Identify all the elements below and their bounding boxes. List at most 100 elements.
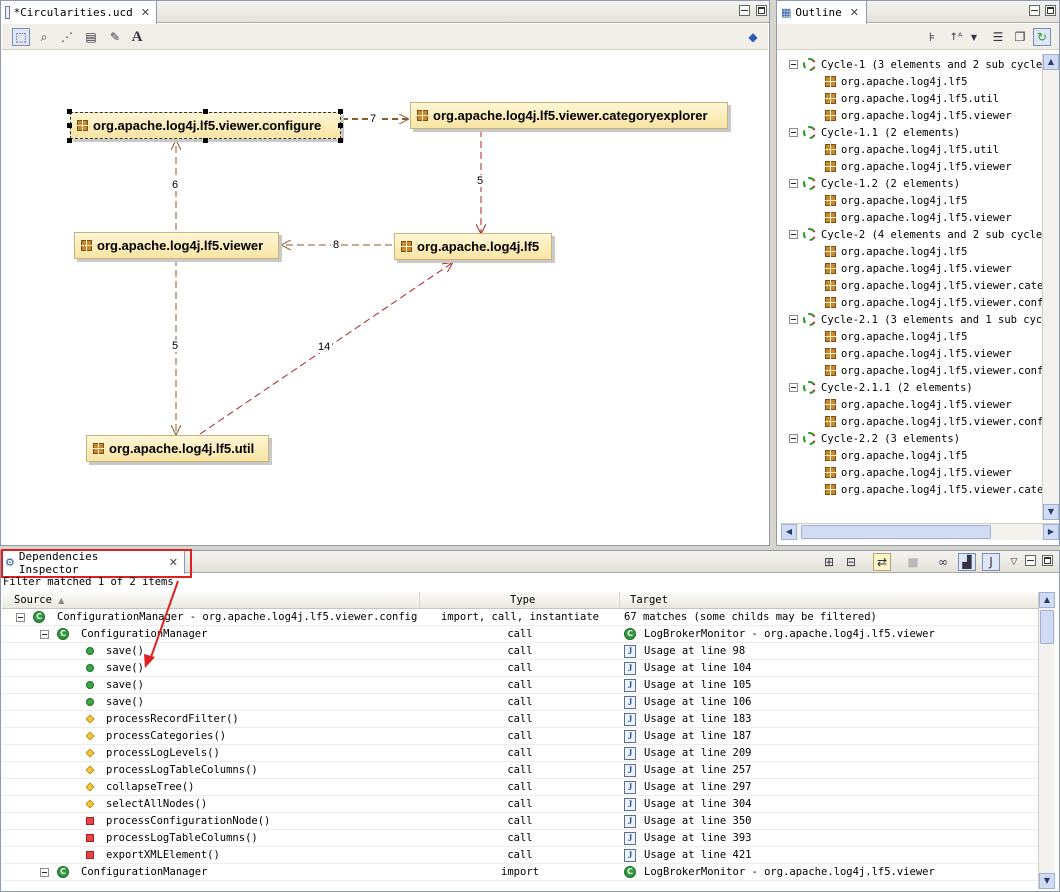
collapse-icon[interactable] bbox=[789, 179, 798, 188]
note-icon[interactable]: ▤ bbox=[82, 28, 100, 46]
package-node-lf5[interactable]: org.apache.log4j.lf5 bbox=[394, 233, 552, 260]
selection-handle[interactable] bbox=[203, 138, 208, 143]
maximize-icon[interactable] bbox=[1045, 5, 1056, 16]
sort-icon[interactable]: ↑ᴬ bbox=[947, 28, 965, 46]
collapse-icon[interactable] bbox=[789, 434, 798, 443]
expand-all-icon[interactable]: ⊞ bbox=[820, 553, 838, 571]
collapse-icon[interactable] bbox=[16, 612, 25, 622]
outline-cycle[interactable]: Cycle-1.1 (2 elements) bbox=[789, 124, 960, 141]
table-row[interactable]: processLogLevels() call J Usage at line 209 bbox=[2, 745, 1042, 762]
table-row[interactable]: C ConfigurationManager - org.apache.log4j… bbox=[2, 609, 1042, 626]
outline-cycle[interactable]: Cycle-2.1.1 (2 elements) bbox=[789, 379, 973, 396]
collapse-icon[interactable] bbox=[40, 867, 49, 877]
scroll-left-icon[interactable]: ◀ bbox=[781, 524, 797, 540]
collapse-icon[interactable] bbox=[789, 230, 798, 239]
selection-handle[interactable] bbox=[338, 123, 343, 128]
table-row[interactable]: C ConfigurationManager import C LogBrokerMon… bbox=[2, 864, 1042, 881]
chart-icon[interactable]: ▟ bbox=[958, 553, 976, 571]
table-row[interactable]: selectAllNodes() call J Usage at line 304 bbox=[2, 796, 1042, 813]
minimize-icon[interactable] bbox=[1025, 555, 1036, 566]
collapse-icon[interactable] bbox=[789, 128, 798, 137]
link-tool-icon[interactable]: ✎ bbox=[106, 28, 124, 46]
collapse-icon[interactable] bbox=[789, 383, 798, 392]
outline-cycle[interactable]: Cycle-2 (4 elements and 2 sub cycles) bbox=[789, 226, 1043, 243]
scroll-down-icon[interactable]: ▼ bbox=[1043, 504, 1059, 520]
column-target[interactable]: Target bbox=[620, 592, 1040, 609]
selection-handle[interactable] bbox=[67, 109, 72, 114]
select-tool-icon[interactable]: ⬚ bbox=[12, 28, 30, 46]
outline-cycle[interactable]: Cycle-1.2 (2 elements) bbox=[789, 175, 960, 192]
chevron-down-icon[interactable]: ▼ bbox=[965, 28, 983, 46]
editor-tab[interactable]: *Circularities.ucd ✕ bbox=[1, 1, 157, 24]
outline-package[interactable]: org.apache.log4j.lf5.viewer bbox=[825, 107, 1012, 124]
outline-package[interactable]: org.apache.log4j.lf5.viewer.categoryexpl… bbox=[825, 481, 1043, 498]
table-row[interactable]: processLogTableColumns() call J Usage at li… bbox=[2, 830, 1042, 847]
outline-horizontal-scrollbar[interactable]: ◀ ▶ bbox=[781, 523, 1059, 540]
package-node-util[interactable]: org.apache.log4j.lf5.util bbox=[86, 435, 269, 462]
outline-package[interactable]: org.apache.log4j.lf5.viewer.configure bbox=[825, 413, 1043, 430]
outline-package[interactable]: org.apache.log4j.lf5.viewer.configure bbox=[825, 362, 1043, 379]
java-file-icon[interactable]: J bbox=[982, 553, 1000, 571]
table-row[interactable]: save() call J Usage at line 106 bbox=[2, 694, 1042, 711]
outline-tab[interactable]: ▦ Outline ✕ bbox=[777, 1, 867, 24]
close-icon[interactable]: ✕ bbox=[850, 6, 859, 19]
collapse-icon[interactable] bbox=[40, 629, 49, 639]
outline-package[interactable]: org.apache.log4j.lf5 bbox=[825, 447, 967, 464]
scroll-up-icon[interactable]: ▲ bbox=[1039, 592, 1055, 608]
scroll-right-icon[interactable]: ▶ bbox=[1043, 524, 1059, 540]
minimize-icon[interactable] bbox=[739, 5, 750, 16]
package-node-viewer[interactable]: org.apache.log4j.lf5.viewer bbox=[74, 232, 279, 259]
link-icon[interactable]: ∞ bbox=[934, 553, 952, 571]
table-row[interactable]: save() call J Usage at line 104 bbox=[2, 660, 1042, 677]
outline-cycle[interactable]: Cycle-1 (3 elements and 2 sub cycles) bbox=[789, 56, 1043, 73]
stop-icon[interactable]: ■ bbox=[904, 553, 922, 571]
selection-handle[interactable] bbox=[203, 109, 208, 114]
table-row[interactable]: exportXMLElement() call J Usage at line 421 bbox=[2, 847, 1042, 864]
outline-package[interactable]: org.apache.log4j.lf5 bbox=[825, 328, 967, 345]
selection-handle[interactable] bbox=[67, 138, 72, 143]
column-type[interactable]: Type bbox=[420, 592, 620, 609]
outline-package[interactable]: org.apache.log4j.lf5 bbox=[825, 73, 967, 90]
maximize-icon[interactable] bbox=[756, 5, 767, 16]
table-row[interactable]: processRecordFilter() call J Usage at line … bbox=[2, 711, 1042, 728]
layers-icon[interactable]: ❐ bbox=[1011, 28, 1029, 46]
palette-icon[interactable]: ◆ bbox=[744, 28, 762, 46]
cycle-filter-icon[interactable]: ↻ bbox=[1033, 28, 1051, 46]
outline-package[interactable]: org.apache.log4j.lf5.util bbox=[825, 90, 999, 107]
outline-package[interactable]: org.apache.log4j.lf5.viewer bbox=[825, 396, 1012, 413]
scroll-up-icon[interactable]: ▲ bbox=[1043, 54, 1059, 70]
outline-package[interactable]: org.apache.log4j.lf5.viewer bbox=[825, 209, 1012, 226]
hierarchy-icon[interactable]: ⊧ bbox=[923, 28, 941, 46]
table-row[interactable]: processLogTableColumns() call J Usage at li… bbox=[2, 762, 1042, 779]
package-node-configure[interactable]: org.apache.log4j.lf5.viewer.configure bbox=[70, 112, 341, 139]
connection-tool-icon[interactable]: ⋰ bbox=[58, 28, 76, 46]
table-row[interactable]: save() call J Usage at line 105 bbox=[2, 677, 1042, 694]
column-source[interactable]: Source ▲ bbox=[2, 592, 420, 609]
outline-cycle[interactable]: Cycle-2.1 (3 elements and 1 sub cycle) bbox=[789, 311, 1043, 328]
table-row[interactable]: processCategories() call J Usage at line 18… bbox=[2, 728, 1042, 745]
table-row[interactable]: collapseTree() call J Usage at line 297 bbox=[2, 779, 1042, 796]
collapse-icon[interactable] bbox=[789, 60, 798, 69]
text-tool-icon[interactable]: A bbox=[128, 28, 146, 46]
collapse-all-icon[interactable]: ⊟ bbox=[842, 553, 860, 571]
maximize-icon[interactable] bbox=[1042, 555, 1053, 566]
scroll-thumb[interactable] bbox=[801, 525, 991, 539]
view-menu-icon[interactable]: ▽ bbox=[1005, 553, 1023, 571]
scroll-thumb[interactable] bbox=[1040, 610, 1054, 644]
outline-vertical-scrollbar[interactable]: ▲ ▼ bbox=[1042, 54, 1059, 520]
outline-package[interactable]: org.apache.log4j.lf5.viewer bbox=[825, 260, 1012, 277]
outline-cycle[interactable]: Cycle-2.2 (3 elements) bbox=[789, 430, 960, 447]
outline-package[interactable]: org.apache.log4j.lf5.viewer bbox=[825, 464, 1012, 481]
outline-package[interactable]: org.apache.log4j.lf5.viewer bbox=[825, 345, 1012, 362]
list-icon[interactable]: ☰ bbox=[989, 28, 1007, 46]
package-node-categoryexplorer[interactable]: org.apache.log4j.lf5.viewer.categoryexpl… bbox=[410, 102, 728, 129]
collapse-icon[interactable] bbox=[789, 315, 798, 324]
outline-package[interactable]: org.apache.log4j.lf5.viewer.configure bbox=[825, 294, 1043, 311]
table-row[interactable]: C ConfigurationManager call C LogBrokerMonit… bbox=[2, 626, 1042, 643]
inspector-vertical-scrollbar[interactable]: ▲ ▼ bbox=[1038, 592, 1055, 889]
close-icon[interactable]: ✕ bbox=[141, 6, 150, 19]
outline-package[interactable]: org.apache.log4j.lf5 bbox=[825, 243, 967, 260]
table-row[interactable]: processConfigurationNode() call J Usage at … bbox=[2, 813, 1042, 830]
selection-handle[interactable] bbox=[67, 123, 72, 128]
zoom-icon[interactable]: ⌕ bbox=[35, 28, 53, 46]
